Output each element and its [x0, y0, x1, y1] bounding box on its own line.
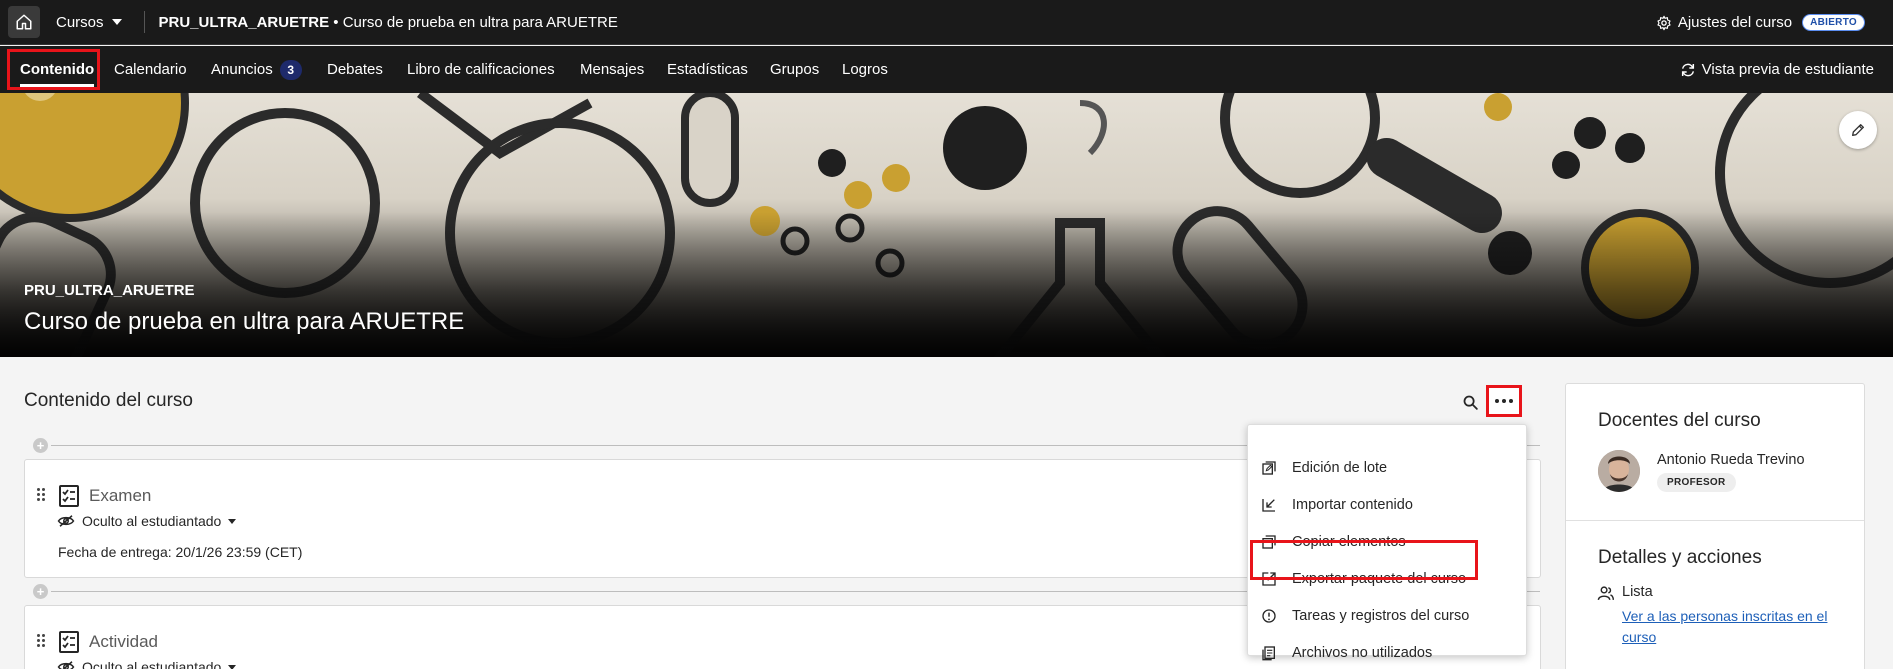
tab-label: Estadísticas: [667, 61, 748, 78]
assignment-icon: [59, 631, 79, 653]
course-settings: Ajustes del curso ABIERTO: [1656, 0, 1865, 45]
roster-label: Lista: [1622, 584, 1653, 600]
test-icon: [59, 485, 79, 507]
breadcrumb: PRU_ULTRA_ARUETRE • Curso de prueba en u…: [159, 14, 618, 31]
tab-label: Calendario: [114, 61, 187, 78]
banner-course-code: PRU_ULTRA_ARUETRE: [24, 282, 195, 299]
menu-item-label: Edición de lote: [1292, 459, 1388, 476]
tab-logros[interactable]: Logros: [842, 46, 888, 93]
breadcrumb-separator: •: [329, 13, 343, 31]
content-section-title: Contenido del curso: [24, 390, 193, 411]
details-title: Detalles y acciones: [1598, 547, 1762, 568]
highlight-box-contenido: [7, 49, 100, 90]
eye-hidden-icon: [57, 661, 75, 669]
drag-handle-icon[interactable]: [37, 634, 45, 648]
refresh-icon: [1681, 63, 1694, 76]
courses-label: Cursos: [56, 13, 104, 31]
breadcrumb-course-code: PRU_ULTRA_ARUETRE: [158, 13, 330, 31]
divider: [143, 11, 145, 33]
breadcrumb-course-name: Curso de prueba en ultra para ARUETRE: [342, 13, 618, 31]
settings-label: Ajustes del curso: [1677, 14, 1793, 31]
eye-hidden-icon: [57, 515, 75, 527]
settings-button[interactable]: Ajustes del curso: [1656, 14, 1792, 31]
course-banner: PRU_ULTRA_ARUETRE Curso de prueba en ult…: [0, 93, 1893, 357]
banner-course-title: Curso de prueba en ultra para ARUETRE: [24, 308, 465, 335]
home-button[interactable]: [8, 6, 40, 38]
chevron-down-icon: [111, 19, 122, 25]
top-bar: Cursos PRU_ULTRA_ARUETRE • Curso de prue…: [0, 0, 1893, 45]
visibility-dropdown[interactable]: Oculto al estudiantado: [57, 513, 237, 529]
announcements-count-badge: 3: [279, 59, 302, 80]
batch-edit-icon: [1260, 459, 1278, 477]
visibility-label: Oculto al estudiantado: [82, 659, 222, 669]
menu-item-batch-edit[interactable]: Edición de lote: [1248, 449, 1526, 486]
menu-item-label: Tareas y registros del curso: [1292, 607, 1470, 624]
tab-debates[interactable]: Debates: [327, 46, 383, 93]
tab-label: Anuncios: [211, 61, 273, 78]
home-icon: [16, 14, 32, 30]
caret-down-icon: [228, 664, 237, 669]
menu-item-course-tasks-logs[interactable]: Tareas y registros del curso: [1248, 597, 1526, 634]
tab-libro-calificaciones[interactable]: Libro de calificaciones: [407, 46, 555, 93]
teacher-photo: [1598, 450, 1640, 492]
edit-banner-button[interactable]: [1839, 111, 1877, 149]
tab-label: Debates: [327, 61, 383, 78]
content-item-title[interactable]: Examen: [89, 486, 151, 506]
visibility-label: Oculto al estudiantado: [82, 513, 222, 529]
avatar[interactable]: [1598, 450, 1640, 492]
tab-label: Logros: [842, 61, 888, 78]
highlight-box-export: [1250, 540, 1478, 580]
status-badge: ABIERTO: [1802, 14, 1865, 31]
people-icon: [1597, 586, 1614, 601]
menu-item-label: Importar contenido: [1292, 496, 1413, 513]
course-side-panel: Docentes del curso Antonio Rueda Trevino…: [1565, 383, 1865, 669]
add-content-icon[interactable]: +: [33, 584, 48, 599]
preview-label: Vista previa de estudiante: [1701, 61, 1874, 78]
menu-item-import-content[interactable]: Importar contenido: [1248, 486, 1526, 523]
due-date: Fecha de entrega: 20/1/26 23:59 (CET): [58, 544, 303, 560]
divider: [1566, 520, 1864, 521]
tab-label: Grupos: [770, 61, 820, 78]
tab-calendario[interactable]: Calendario: [114, 46, 187, 93]
menu-item-unused-files[interactable]: Archivos no utilizados: [1248, 634, 1526, 669]
search-icon: [1463, 395, 1478, 410]
teachers-title: Docentes del curso: [1598, 410, 1761, 431]
tab-estadisticas[interactable]: Estadísticas: [667, 46, 748, 93]
caret-down-icon: [228, 518, 237, 524]
student-preview-button[interactable]: Vista previa de estudiante: [1680, 46, 1874, 93]
teacher-name[interactable]: Antonio Rueda Trevino: [1657, 452, 1805, 468]
roster-link[interactable]: Ver a las personas inscritas en el curso: [1622, 606, 1837, 648]
more-icon: [1494, 399, 1515, 403]
drag-handle-icon[interactable]: [37, 488, 45, 502]
search-content-button[interactable]: [1458, 390, 1482, 414]
files-icon: [1260, 644, 1278, 662]
tab-label: Mensajes: [580, 61, 645, 78]
add-content-icon[interactable]: +: [33, 438, 48, 453]
tab-grupos[interactable]: Grupos: [770, 46, 819, 93]
content-item-title[interactable]: Actividad: [89, 632, 158, 652]
gear-icon: [1657, 15, 1671, 30]
tab-label: Libro de calificaciones: [407, 61, 555, 78]
teacher-role-badge: PROFESOR: [1657, 473, 1736, 492]
more-options-button[interactable]: [1486, 385, 1522, 417]
tab-mensajes[interactable]: Mensajes: [580, 46, 644, 93]
courses-dropdown[interactable]: Cursos: [56, 14, 122, 31]
info-icon: [1260, 607, 1278, 625]
pencil-icon: [1852, 124, 1864, 136]
tab-anuncios[interactable]: Anuncios 3: [211, 46, 302, 93]
course-nav: Contenido Calendario Anuncios 3 Debates L…: [0, 46, 1893, 93]
import-icon: [1260, 496, 1278, 514]
menu-item-label: Archivos no utilizados: [1292, 644, 1433, 661]
visibility-dropdown[interactable]: Oculto al estudiantado: [57, 659, 237, 669]
